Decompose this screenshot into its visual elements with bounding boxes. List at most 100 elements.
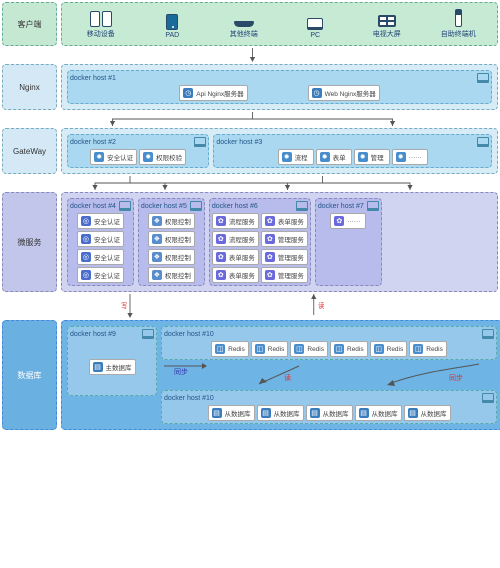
node: ▤从数据库 <box>257 405 304 421</box>
node-label: 安全认证 <box>94 216 120 226</box>
node: ◎安全认证 <box>77 231 124 247</box>
row-client: 客户端 移动设备PAD其他终端PC电视大屏自助终端机 <box>0 0 500 48</box>
nginx-host: docker host #1 ◷Api Nginx服务器◷Web Nginx服务… <box>67 70 492 104</box>
ic-gear-icon: ✿ <box>334 216 344 226</box>
micro-host-title: docker host #5 <box>141 201 202 211</box>
node-label: 主数据库 <box>106 362 132 372</box>
ic-gear-icon: ✿ <box>216 234 226 244</box>
ic-redis-icon: ◫ <box>294 344 304 354</box>
node: ❖权限控制 <box>148 231 195 247</box>
ic-fire-icon: ✹ <box>282 152 292 162</box>
node: ✿表单服务 <box>261 213 308 229</box>
ic-db-icon: ▤ <box>261 408 271 418</box>
node: ◷Api Nginx服务器 <box>179 85 247 101</box>
node: ✿管理服务 <box>261 267 308 283</box>
db-slave-title: docker host #10 <box>164 393 494 403</box>
node: ✹安全认证 <box>90 149 137 165</box>
node: ✿······ <box>330 213 366 229</box>
label-micro: 微服务 <box>2 192 57 292</box>
ic-gear-icon: ✿ <box>265 270 275 280</box>
ic-mid-icon: ❖ <box>152 234 162 244</box>
ic-db-icon: ▤ <box>93 362 103 372</box>
ic-db-icon: ▤ <box>359 408 369 418</box>
ic-fire-icon: ✹ <box>143 152 153 162</box>
node: ◫Redis <box>290 341 328 357</box>
node-label: Redis <box>426 346 443 353</box>
tier-db: docker host #9 ▤主数据库 docker host #10 ◫Re… <box>61 320 500 430</box>
ic-gear-icon: ✿ <box>265 216 275 226</box>
node: ◎安全认证 <box>77 249 124 265</box>
edge-write: 写 <box>121 302 128 311</box>
node: ◎安全认证 <box>77 267 124 283</box>
node: ✹······ <box>392 149 428 165</box>
ic-ring-icon: ◎ <box>81 234 91 244</box>
ic-redis-icon: ◫ <box>215 344 225 354</box>
node: ✹流程 <box>278 149 314 165</box>
node-label: 管理服务 <box>278 270 304 280</box>
node-label: 安全认证 <box>94 270 120 280</box>
node: ◫Redis <box>409 341 447 357</box>
micro-host: docker host #6✿流程服务✿流程服务✿表单服务✿表单服务✿表单服务✿… <box>209 198 311 286</box>
gateway-host: docker host #2✹安全认证✹权限校验 <box>67 134 209 168</box>
client-label: 移动设备 <box>87 29 115 39</box>
kiosk-icon <box>455 9 462 27</box>
ic-redis-icon: ◫ <box>334 344 344 354</box>
node-label: 从数据库 <box>421 408 447 418</box>
client-tv: 电视大屏 <box>351 6 423 42</box>
node-label: 权限控制 <box>165 252 191 262</box>
node: ◷Web Nginx服务器 <box>308 85 380 101</box>
node: ✿管理服务 <box>261 249 308 265</box>
node-label: 表单 <box>333 152 346 162</box>
node: ✹权限校验 <box>139 149 186 165</box>
node: ❖权限控制 <box>148 249 195 265</box>
node: ✿管理服务 <box>261 231 308 247</box>
ic-ring-icon: ◎ <box>81 270 91 280</box>
node: ❖权限控制 <box>148 213 195 229</box>
gateway-host: docker host #3✹流程✹表单✹管理✹······ <box>213 134 492 168</box>
node: ▤从数据库 <box>355 405 402 421</box>
node-label: 流程 <box>295 152 308 162</box>
node-label: 从数据库 <box>225 408 251 418</box>
client-label: PAD <box>165 32 179 39</box>
node: ✿表单服务 <box>212 267 259 283</box>
ic-fire-icon: ✹ <box>94 152 104 162</box>
client-pc: PC <box>280 6 352 42</box>
ic-mid-icon: ❖ <box>152 216 162 226</box>
conn-micro-db: 写 读 <box>60 294 445 318</box>
node-label: 表单服务 <box>229 270 255 280</box>
gateway-host-title: docker host #2 <box>70 137 206 147</box>
client-kiosk: 自助终端机 <box>423 6 495 42</box>
db-main-host: docker host #9 ▤主数据库 <box>67 326 157 396</box>
row-nginx: Nginx docker host #1 ◷Api Nginx服务器◷Web N… <box>0 62 500 112</box>
node: ◫Redis <box>370 341 408 357</box>
gateway-host-title: docker host #3 <box>216 137 489 147</box>
tv-icon <box>378 15 396 27</box>
db-slave-host: docker host #10 ▤从数据库▤从数据库▤从数据库▤从数据库▤从数据… <box>161 390 497 424</box>
ic-gear-icon: ✿ <box>216 216 226 226</box>
node-label: 从数据库 <box>372 408 398 418</box>
row-db: 数据库 docker host #9 ▤主数据库 docker host #10… <box>0 318 500 432</box>
label-db: 数据库 <box>2 320 57 430</box>
row-gateway: GateWay docker host #2✹安全认证✹权限校验docker h… <box>0 126 500 176</box>
node-label: 管理 <box>371 152 384 162</box>
client-label: 电视大屏 <box>373 29 401 39</box>
node-label: 安全认证 <box>94 234 120 244</box>
ic-nginx-icon: ◷ <box>183 88 193 98</box>
node-label: Api Nginx服务器 <box>196 88 243 98</box>
svg-text:读: 读 <box>284 373 291 382</box>
ic-db-icon: ▤ <box>310 408 320 418</box>
node: ▤主数据库 <box>89 359 136 375</box>
node-label: ······ <box>347 218 360 225</box>
edge-read: 读 <box>318 301 325 311</box>
node-label: 权限校验 <box>156 152 182 162</box>
node-label: Redis <box>347 346 364 353</box>
node-label: 管理服务 <box>278 234 304 244</box>
client-label: PC <box>310 32 320 39</box>
node-label: ······ <box>409 154 422 161</box>
micro-host-title: docker host #6 <box>212 201 308 211</box>
tier-gateway: docker host #2✹安全认证✹权限校验docker host #3✹流… <box>61 128 498 174</box>
ic-redis-icon: ◫ <box>413 344 423 354</box>
pad-icon <box>166 14 178 30</box>
tier-micro: docker host #4◎安全认证◎安全认证◎安全认证◎安全认证docker… <box>61 192 498 292</box>
micro-host: docker host #7✿······ <box>315 198 382 286</box>
